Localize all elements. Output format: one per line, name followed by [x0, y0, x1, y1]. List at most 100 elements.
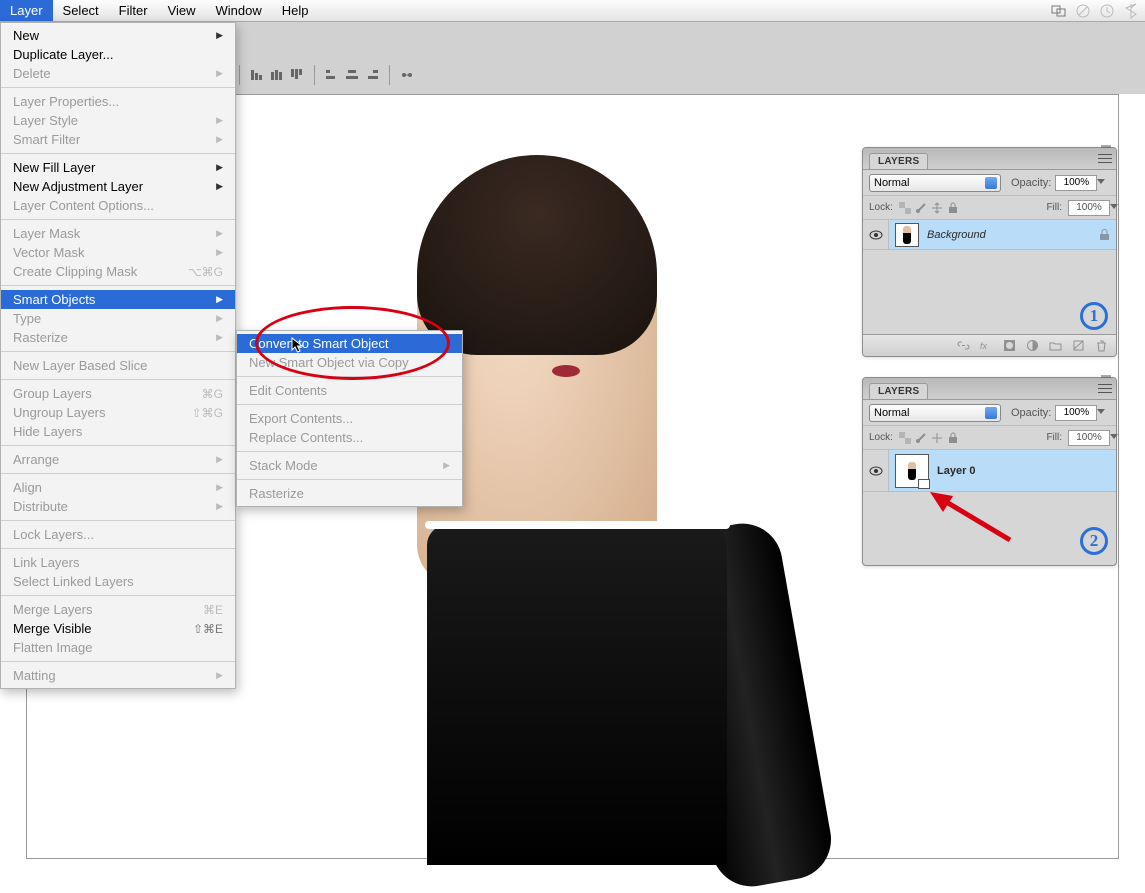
fill-label: Fill: [1046, 202, 1062, 213]
layer-row-background[interactable]: Background [863, 220, 1116, 250]
lock-all-icon[interactable] [947, 202, 959, 214]
menubar-window[interactable]: Window [206, 0, 272, 21]
annotation-number-2: 2 [1080, 527, 1108, 555]
menu-separator [1, 548, 235, 549]
layers-panel-1: LAYERS Normal Opacity: 100% Lock: Fill: … [862, 147, 1117, 357]
menu-item-new-smart-object-via-copy: New Smart Object via Copy [237, 353, 462, 372]
menubar-help[interactable]: Help [272, 0, 319, 21]
blend-mode-select[interactable]: Normal [869, 404, 1001, 422]
menubar-status-icons [1051, 3, 1145, 19]
lock-label: Lock: [869, 202, 893, 213]
layer-menu: New▶Duplicate Layer...Delete▶Layer Prope… [0, 22, 236, 689]
menu-separator [1, 520, 235, 521]
menu-item-stack-mode: Stack Mode▶ [237, 456, 462, 475]
menubar: Layer Select Filter View Window Help [0, 0, 1145, 22]
panel-footer: fx [863, 334, 1116, 356]
menu-item-replace-contents: Replace Contents... [237, 428, 462, 447]
annotation-number-1: 1 [1080, 302, 1108, 330]
fill-value[interactable]: 100% [1068, 200, 1110, 216]
opacity-value[interactable]: 100% [1055, 175, 1097, 191]
lock-position-icon[interactable] [931, 202, 943, 214]
menu-item-link-layers: Link Layers [1, 553, 235, 572]
menu-item-new-layer-based-slice: New Layer Based Slice [1, 356, 235, 375]
menubar-view[interactable]: View [158, 0, 206, 21]
menu-separator [1, 379, 235, 380]
layers-panel-2: LAYERS Normal Opacity: 100% Lock: Fill: … [862, 377, 1117, 566]
menu-item-select-linked-layers: Select Linked Layers [1, 572, 235, 591]
layers-tab[interactable]: LAYERS [869, 383, 928, 399]
lock-transparency-icon[interactable] [899, 432, 911, 444]
lock-paint-icon[interactable] [915, 432, 927, 444]
layer-row-layer0[interactable]: Layer 0 [863, 450, 1116, 492]
menu-separator [237, 404, 462, 405]
menu-item-type: Type▶ [1, 309, 235, 328]
menu-item-smart-objects[interactable]: Smart Objects▶ [1, 290, 235, 309]
menu-item-new-adjustment-layer[interactable]: New Adjustment Layer▶ [1, 177, 235, 196]
menu-item-merge-layers: Merge Layers⌘E [1, 600, 235, 619]
panel-menu-icon[interactable] [1098, 152, 1112, 164]
menu-item-convert-to-smart-object[interactable]: Convert to Smart Object [237, 334, 462, 353]
options-bar-icons [235, 60, 414, 90]
menu-item-distribute: Distribute▶ [1, 497, 235, 516]
opacity-label: Opacity: [1011, 407, 1051, 419]
menu-item-create-clipping-mask: Create Clipping Mask⌥⌘G [1, 262, 235, 281]
menu-item-export-contents: Export Contents... [237, 409, 462, 428]
menu-item-group-layers: Group Layers⌘G [1, 384, 235, 403]
layer-name[interactable]: Layer 0 [937, 465, 976, 477]
mask-icon[interactable] [1003, 339, 1016, 352]
menu-item-new[interactable]: New▶ [1, 26, 235, 45]
menubar-select[interactable]: Select [53, 0, 109, 21]
lock-paint-icon[interactable] [915, 202, 927, 214]
lock-all-icon[interactable] [947, 432, 959, 444]
menu-item-merge-visible[interactable]: Merge Visible⇧⌘E [1, 619, 235, 638]
menu-separator [237, 451, 462, 452]
menu-item-flatten-image: Flatten Image [1, 638, 235, 657]
trash-icon[interactable] [1095, 339, 1108, 352]
blend-mode-select[interactable]: Normal [869, 174, 1001, 192]
menu-separator [1, 219, 235, 220]
menu-item-ungroup-layers: Ungroup Layers⇧⌘G [1, 403, 235, 422]
menu-separator [237, 376, 462, 377]
menu-item-vector-mask: Vector Mask▶ [1, 243, 235, 262]
sync-disabled-icon [1075, 3, 1091, 19]
bluetooth-icon [1123, 3, 1139, 19]
menu-item-arrange: Arrange▶ [1, 450, 235, 469]
fill-label: Fill: [1046, 432, 1062, 443]
screens-icon[interactable] [1051, 3, 1067, 19]
menu-item-delete: Delete▶ [1, 64, 235, 83]
fill-value[interactable]: 100% [1068, 430, 1110, 446]
menu-item-layer-style: Layer Style▶ [1, 111, 235, 130]
link-icon[interactable] [957, 339, 970, 352]
menu-item-new-fill-layer[interactable]: New Fill Layer▶ [1, 158, 235, 177]
visibility-toggle[interactable] [863, 450, 889, 491]
panel-menu-icon[interactable] [1098, 382, 1112, 394]
lock-transparency-icon[interactable] [899, 202, 911, 214]
menu-item-matting: Matting▶ [1, 666, 235, 685]
adjustment-icon[interactable] [1026, 339, 1039, 352]
layers-tab[interactable]: LAYERS [869, 153, 928, 169]
menu-item-rasterize: Rasterize▶ [1, 328, 235, 347]
menu-item-smart-filter: Smart Filter▶ [1, 130, 235, 149]
menubar-layer[interactable]: Layer [0, 0, 53, 21]
menu-item-layer-content-options: Layer Content Options... [1, 196, 235, 215]
menu-item-edit-contents: Edit Contents [237, 381, 462, 400]
visibility-toggle[interactable] [863, 220, 889, 249]
menu-separator [1, 87, 235, 88]
eye-icon [869, 466, 883, 476]
menubar-filter[interactable]: Filter [109, 0, 158, 21]
layer-thumbnail[interactable] [895, 223, 919, 247]
folder-icon[interactable] [1049, 339, 1062, 352]
menu-separator [1, 661, 235, 662]
opacity-value[interactable]: 100% [1055, 405, 1097, 421]
layer-name[interactable]: Background [927, 229, 986, 241]
layer-thumbnail[interactable] [895, 454, 929, 488]
fx-icon[interactable]: fx [980, 339, 993, 352]
menu-item-align: Align▶ [1, 478, 235, 497]
lock-position-icon[interactable] [931, 432, 943, 444]
menu-item-duplicate-layer[interactable]: Duplicate Layer... [1, 45, 235, 64]
new-layer-icon[interactable] [1072, 339, 1085, 352]
menu-item-hide-layers: Hide Layers [1, 422, 235, 441]
opacity-label: Opacity: [1011, 177, 1051, 189]
menu-item-lock-layers: Lock Layers... [1, 525, 235, 544]
eye-icon [869, 230, 883, 240]
